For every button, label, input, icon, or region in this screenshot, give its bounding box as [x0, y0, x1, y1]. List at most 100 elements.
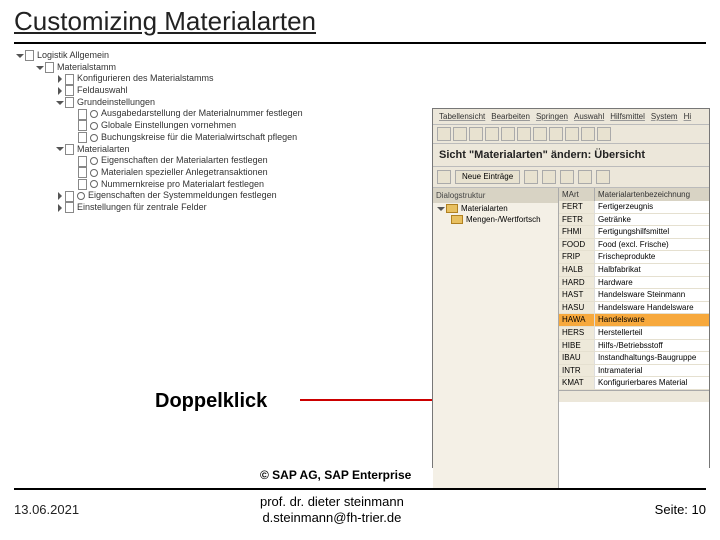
exec-icon [90, 169, 98, 177]
menu-item[interactable]: Hilfsmittel [610, 112, 645, 121]
table-row[interactable]: HAWAHandelsware [559, 314, 709, 327]
toolbar-icon[interactable] [549, 127, 563, 141]
new-entries-button[interactable]: Neue Einträge [455, 170, 520, 184]
tree-row[interactable]: Buchungskreise für die Materialwirtschaf… [14, 132, 434, 144]
page-icon [78, 179, 87, 190]
toolbar-icon[interactable] [453, 127, 467, 141]
toolbar-icon[interactable] [542, 170, 556, 184]
menu-item[interactable]: Bearbeiten [491, 112, 530, 121]
dlg-label: Mengen-/Wertfortsch [466, 215, 541, 224]
toolbar-icon[interactable] [524, 170, 538, 184]
tree-row[interactable]: Materialen spezieller Anlegetransaktione… [14, 167, 434, 179]
scrollbar-bottom[interactable] [559, 390, 709, 402]
table-row[interactable]: FHMIFertigungshilfsmittel [559, 226, 709, 239]
page-icon [65, 97, 74, 108]
toolbar-icon[interactable] [581, 127, 595, 141]
menu-item[interactable]: Springen [536, 112, 568, 121]
folder-icon [446, 204, 458, 213]
tree-row[interactable]: Nummernkreise pro Materialart festlegen [14, 179, 434, 191]
col-mart[interactable]: MArt [559, 188, 595, 201]
toolbar-icon[interactable] [596, 170, 610, 184]
title-underline [14, 42, 706, 44]
exec-icon [90, 157, 98, 165]
table-row[interactable]: HERSHerstellerteil [559, 327, 709, 340]
menu-item[interactable]: Tabellensicht [439, 112, 485, 121]
footer-line [14, 488, 706, 490]
cell-mart: FERT [559, 201, 595, 213]
table-row[interactable]: INTRIntramaterial [559, 365, 709, 378]
table-row[interactable]: FOODFood (excl. Frische) [559, 239, 709, 252]
toolbar-icon[interactable] [517, 127, 531, 141]
tree-row[interactable]: Eigenschaften der Systemmeldungen festle… [14, 190, 434, 202]
table-row[interactable]: HARDHardware [559, 277, 709, 290]
table-row[interactable]: HIBEHilfs-/Betriebsstoff [559, 340, 709, 353]
cell-desc: Frischeprodukte [595, 251, 709, 263]
expand-icon [56, 147, 64, 151]
cell-mart: INTR [559, 365, 595, 377]
toolbar-icon[interactable] [533, 127, 547, 141]
tree-row[interactable]: Ausgabedarstellung der Materialnummer fe… [14, 108, 434, 120]
cell-mart: KMAT [559, 377, 595, 389]
tree-label: Nummernkreise pro Materialart festlegen [101, 179, 264, 191]
table-row[interactable]: FERTFertigerzeugnis [559, 201, 709, 214]
page-icon [65, 202, 74, 213]
slide-title: Customizing Materialarten [14, 6, 316, 37]
exec-icon [90, 134, 98, 142]
toolbar-icon[interactable] [578, 170, 592, 184]
table-row[interactable]: HASTHandelsware Steinmann [559, 289, 709, 302]
dlg-row[interactable]: Mengen-/Wertfortsch [433, 214, 558, 225]
menu-item[interactable]: Auswahl [574, 112, 604, 121]
toolbar-icon[interactable] [437, 170, 451, 184]
cell-desc: Food (excl. Frische) [595, 239, 709, 251]
tree-row[interactable]: Globale Einstellungen vornehmen [14, 120, 434, 132]
cell-desc: Konfigurierbares Material [595, 377, 709, 389]
dlg-header: Dialogstruktur [433, 188, 558, 203]
table-row[interactable]: FETRGetränke [559, 214, 709, 227]
tree-row[interactable]: Eigenschaften der Materialarten festlege… [14, 155, 434, 167]
tree-label: Materialarten [77, 144, 130, 156]
page-icon [45, 62, 54, 73]
table-row[interactable]: IBAUInstandhaltungs-Baugruppe [559, 352, 709, 365]
tree-row[interactable]: Konfigurieren des Materialstamms [14, 73, 434, 85]
sap-menubar: Tabellensicht Bearbeiten Springen Auswah… [433, 109, 709, 125]
col-desc[interactable]: Materialartenbezeichnung [595, 188, 709, 201]
cell-desc: Hardware [595, 277, 709, 289]
cell-mart: HASU [559, 302, 595, 314]
tree-row[interactable]: Feldauswahl [14, 85, 434, 97]
sap-window: Tabellensicht Bearbeiten Springen Auswah… [432, 108, 710, 468]
tree-row[interactable]: Materialarten [14, 144, 434, 156]
table-row[interactable]: HALBHalbfabrikat [559, 264, 709, 277]
toolbar-icon[interactable] [501, 127, 515, 141]
menu-item[interactable]: System [651, 112, 678, 121]
grid: MArt Materialartenbezeichnung FERTFertig… [559, 188, 709, 488]
toolbar-icon[interactable] [597, 127, 611, 141]
cell-desc: Intramaterial [595, 365, 709, 377]
toolbar-icon[interactable] [565, 127, 579, 141]
tree-row[interactable]: Materialstamm [14, 62, 434, 74]
dlg-label: Materialarten [461, 204, 508, 213]
tree-row[interactable]: Einstellungen für zentrale Felder [14, 202, 434, 214]
tree-row[interactable]: Logistik Allgemein [14, 50, 434, 62]
tree-label: Materialen spezieller Anlegetransaktione… [101, 167, 268, 179]
toolbar-icon[interactable] [485, 127, 499, 141]
toolbar-icon[interactable] [437, 127, 451, 141]
tree-row[interactable]: Grundeinstellungen [14, 97, 434, 109]
tree-label: Einstellungen für zentrale Felder [77, 202, 207, 214]
exec-icon [90, 122, 98, 130]
toolbar-icon[interactable] [560, 170, 574, 184]
dlg-row[interactable]: Materialarten [433, 203, 558, 214]
cell-mart: HAST [559, 289, 595, 301]
page-icon [25, 50, 34, 61]
tree-label: Eigenschaften der Systemmeldungen festle… [88, 190, 277, 202]
sap-heading: Sicht "Materialarten" ändern: Übersicht [433, 144, 709, 167]
exec-icon [90, 180, 98, 188]
table-row[interactable]: FRIPFrischeprodukte [559, 251, 709, 264]
table-row[interactable]: HASUHandelsware Handelsware [559, 302, 709, 315]
cell-desc: Halbfabrikat [595, 264, 709, 276]
table-row[interactable]: KMATKonfigurierbares Material [559, 377, 709, 390]
menu-item[interactable]: Hi [684, 112, 692, 121]
toolbar-icon[interactable] [469, 127, 483, 141]
exec-icon [77, 192, 85, 200]
page-icon [78, 167, 87, 178]
page-icon [78, 109, 87, 120]
